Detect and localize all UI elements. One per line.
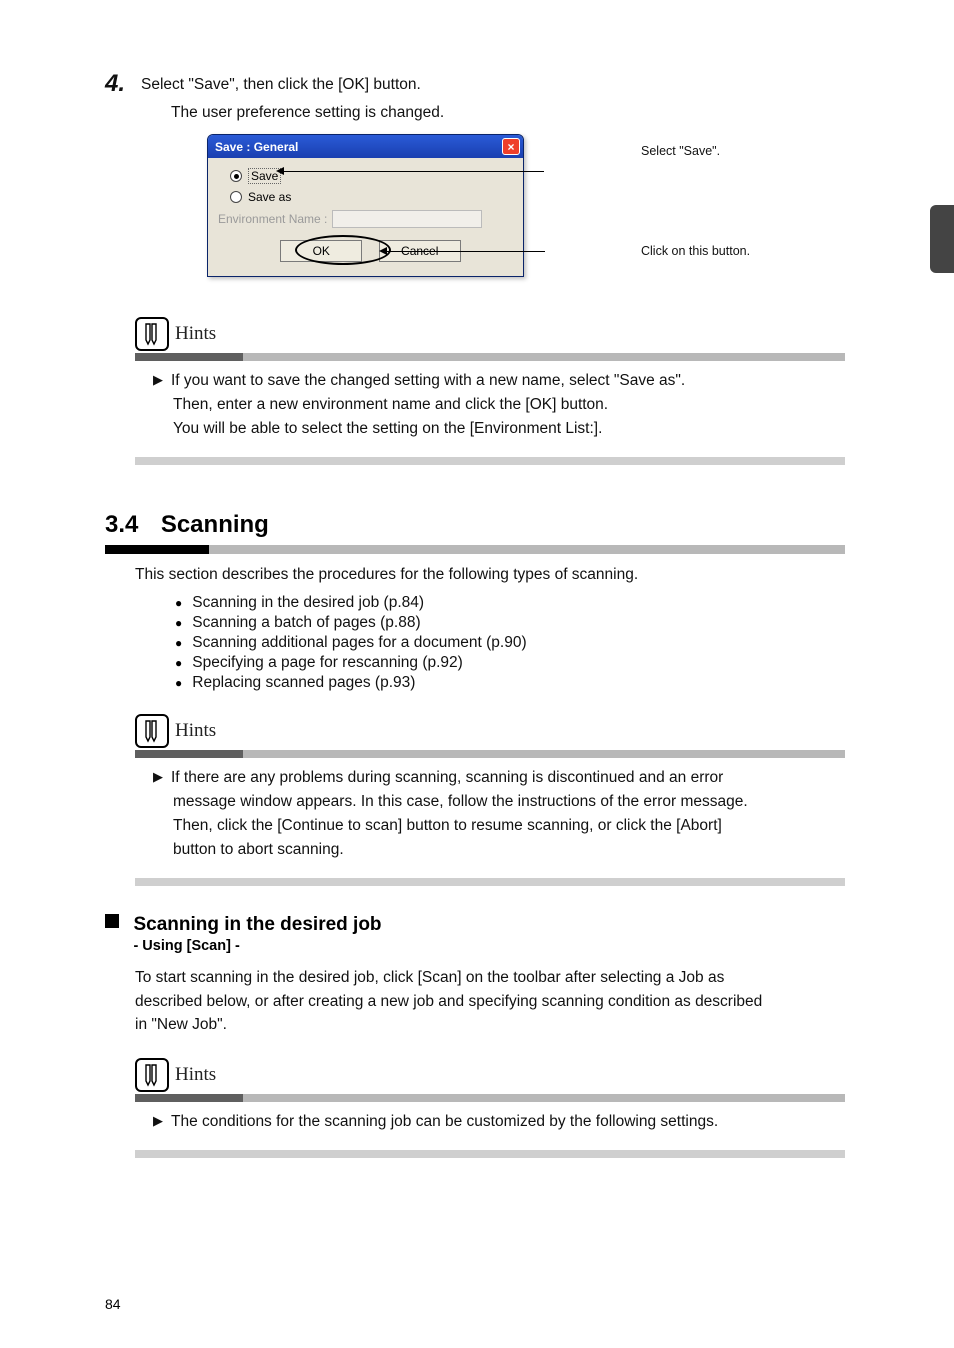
arrow-1-head: [276, 167, 284, 175]
hints-icon: [135, 317, 169, 351]
page-number: 84: [105, 1296, 121, 1312]
hints2-l2: message window appears. In this case, fo…: [173, 790, 845, 814]
square-bullet-icon: [105, 914, 119, 928]
hints2-l1: If there are any problems during scannin…: [171, 769, 723, 786]
hints1-line3: You will be able to select the setting o…: [173, 417, 845, 441]
arrow-1-line: [282, 171, 544, 172]
ok-button[interactable]: OK: [280, 240, 362, 262]
arrow-2-line: [385, 251, 545, 252]
env-name-input: [332, 210, 482, 228]
section-number: 3.4: [105, 511, 138, 538]
bullet-2: Scanning a batch of pages (p.88): [175, 614, 845, 632]
hints2-l4: button to abort scanning.: [173, 838, 845, 862]
subsection-paragraph: To start scanning in the desired job, cl…: [135, 966, 845, 1036]
callout-click-ok: Click on this button.: [641, 244, 750, 258]
save-dialog: Save : General × Save Save as Environmen…: [207, 134, 524, 277]
dialog-title: Save : General: [215, 140, 298, 154]
step-4: 4. Select "Save", then click the [OK] bu…: [105, 70, 845, 98]
hints2-l3: Then, click the [Continue to scan] butto…: [173, 814, 845, 838]
subsection-subtitle: - Using [Scan] -: [133, 938, 381, 954]
radio-save-as-label: Save as: [248, 190, 291, 204]
side-chapter-tab: [930, 205, 954, 273]
subsection-heading: Scanning in the desired job - Using [Sca…: [105, 914, 845, 954]
hints-2: Hints ▶If there are any problems during …: [105, 714, 845, 886]
hints3-text: The conditions for the scanning job can …: [171, 1113, 718, 1130]
arrow-2-head: [379, 247, 387, 255]
hints-title: Hints: [175, 720, 216, 742]
hints-1: Hints ▶If you want to save the changed s…: [105, 317, 845, 465]
hints-icon: [135, 1058, 169, 1092]
hints-3: Hints ▶The conditions for the scanning j…: [105, 1058, 845, 1158]
bullet-1: Scanning in the desired job (p.84): [175, 594, 845, 612]
hints1-line2: Then, enter a new environment name and c…: [173, 393, 845, 417]
step-text: Select "Save", then click the [OK] butto…: [141, 70, 421, 94]
hints-icon: [135, 714, 169, 748]
step-number: 4.: [105, 70, 141, 98]
subsection-title: Scanning in the desired job: [133, 914, 381, 936]
step-result: The user preference setting is changed.: [171, 104, 845, 122]
bullet-5: Replacing scanned pages (p.93): [175, 674, 845, 692]
callout-select-save: Select "Save".: [641, 144, 720, 158]
section-intro: This section describes the procedures fo…: [135, 566, 845, 584]
close-icon[interactable]: ×: [502, 138, 520, 155]
bullet-4: Specifying a page for rescanning (p.92): [175, 654, 845, 672]
bullet-3: Scanning additional pages for a document…: [175, 634, 845, 652]
hints-title: Hints: [175, 1064, 216, 1086]
section-title: Scanning: [161, 511, 269, 538]
hints-title: Hints: [175, 323, 216, 345]
env-name-label: Environment Name :: [218, 212, 328, 226]
radio-save-as[interactable]: Save as: [230, 190, 511, 204]
scan-type-list: Scanning in the desired job (p.84) Scann…: [175, 594, 845, 692]
dialog-titlebar: Save : General ×: [208, 135, 523, 158]
hints1-line1: If you want to save the changed setting …: [171, 372, 685, 389]
section-heading: 3.4 Scanning: [105, 511, 845, 554]
